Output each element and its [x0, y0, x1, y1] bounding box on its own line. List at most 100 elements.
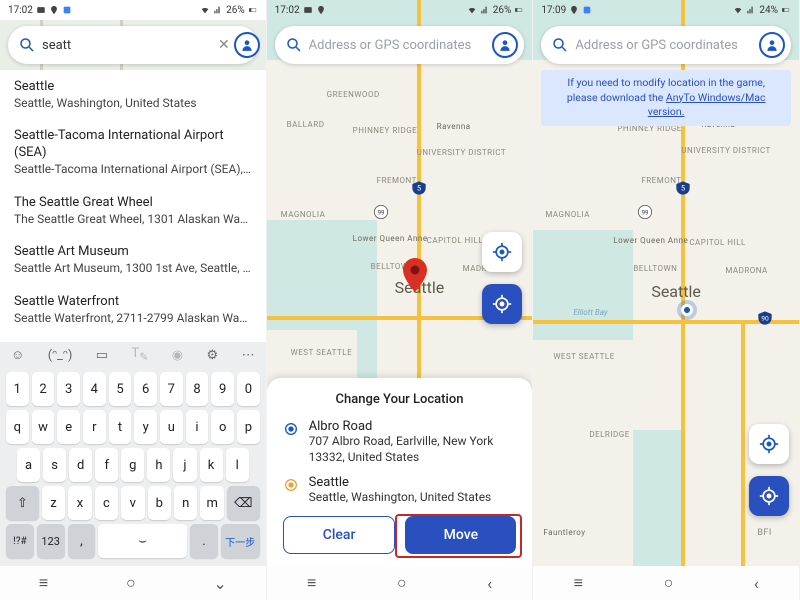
- suggestion-item[interactable]: Seattle Seattle, Washington, United Stat…: [14, 70, 252, 119]
- svg-text:5: 5: [681, 184, 685, 193]
- key-space[interactable]: ⌣: [98, 524, 187, 558]
- emoji-key[interactable]: ☺: [11, 347, 24, 363]
- key-v[interactable]: v: [121, 486, 144, 520]
- search-input[interactable]: [569, 38, 759, 53]
- key-r[interactable]: r: [83, 410, 106, 444]
- keyboard-toolbar: ☺ (ᵔ_ᵔ) ▭ T✎ ◉ ⚙ ⋯: [3, 342, 263, 370]
- banner-link[interactable]: AnyTo Windows/Mac version.: [648, 91, 766, 119]
- key-next[interactable]: 下一步: [221, 524, 260, 558]
- key-g[interactable]: g: [121, 448, 144, 482]
- key-4[interactable]: 4: [83, 372, 106, 406]
- profile-button[interactable]: [234, 32, 260, 58]
- nav-bar: ≡ ○ ‹: [267, 566, 533, 600]
- status-time: 17:02: [275, 5, 300, 16]
- status-battery: 26%: [226, 5, 245, 16]
- status-time: 17:09: [541, 5, 566, 16]
- user-icon: [765, 38, 779, 52]
- key-m[interactable]: m: [200, 486, 223, 520]
- key-y[interactable]: y: [134, 410, 157, 444]
- search-input[interactable]: [303, 38, 493, 53]
- clipboard-key[interactable]: ▭: [96, 348, 108, 363]
- key-b[interactable]: b: [148, 486, 171, 520]
- locate-button[interactable]: [482, 232, 522, 272]
- origin-icon: [283, 421, 299, 437]
- mail-icon: [36, 5, 46, 15]
- profile-button[interactable]: [492, 32, 518, 58]
- key-z[interactable]: z: [42, 486, 65, 520]
- settings-key[interactable]: ⚙: [207, 348, 219, 363]
- key-symbols[interactable]: !?#: [6, 524, 34, 558]
- suggestion-item[interactable]: Seattle Waterfront Seattle Waterfront, 2…: [14, 285, 252, 334]
- key-f[interactable]: f: [95, 448, 118, 482]
- nav-home[interactable]: ○: [664, 573, 674, 593]
- nav-home[interactable]: ○: [397, 573, 407, 593]
- key-p[interactable]: p: [237, 410, 260, 444]
- key-shift[interactable]: ⇧: [6, 486, 39, 520]
- key-q[interactable]: q: [6, 410, 29, 444]
- key-x[interactable]: x: [68, 486, 91, 520]
- search-input[interactable]: [36, 38, 214, 53]
- neighborhood-label: CAPITOL HILL: [689, 238, 746, 247]
- key-w[interactable]: w: [32, 410, 55, 444]
- nav-back[interactable]: ‹: [487, 574, 492, 593]
- key-u[interactable]: u: [160, 410, 183, 444]
- mock-location-button[interactable]: [749, 476, 789, 516]
- key-a[interactable]: a: [17, 448, 40, 482]
- key-6[interactable]: 6: [134, 372, 157, 406]
- info-banner[interactable]: If you need to modify location in the ga…: [541, 70, 791, 126]
- key-k[interactable]: k: [200, 448, 223, 482]
- key-s[interactable]: s: [43, 448, 66, 482]
- nav-recents[interactable]: ≡: [39, 573, 48, 593]
- key-comma[interactable]: ,: [68, 524, 96, 558]
- key-2[interactable]: 2: [32, 372, 55, 406]
- profile-button[interactable]: [759, 32, 785, 58]
- nav-back[interactable]: ‹: [754, 574, 759, 593]
- key-l[interactable]: l: [226, 448, 249, 482]
- nav-recents[interactable]: ≡: [307, 573, 316, 593]
- nav-home[interactable]: ○: [126, 573, 136, 593]
- key-0[interactable]: 0: [237, 372, 260, 406]
- key-8[interactable]: 8: [186, 372, 209, 406]
- key-5[interactable]: 5: [109, 372, 132, 406]
- locate-button[interactable]: [749, 424, 789, 464]
- key-period[interactable]: .: [190, 524, 218, 558]
- battery-icon: [248, 5, 258, 15]
- mock-location-button[interactable]: [482, 284, 522, 324]
- kaomoji-key[interactable]: (ᵔ_ᵔ): [48, 347, 73, 363]
- clear-button[interactable]: Clear: [283, 516, 396, 554]
- voice-key[interactable]: ◉: [172, 348, 183, 363]
- suggestion-item[interactable]: Seattle-Tacoma International Airport (SE…: [14, 119, 252, 185]
- key-j[interactable]: j: [173, 448, 196, 482]
- key-t[interactable]: t: [109, 410, 132, 444]
- search-bar: ✕: [8, 26, 258, 64]
- key-numeric[interactable]: 123: [37, 524, 65, 558]
- neighborhood-label: BALLARD: [287, 120, 325, 129]
- key-backspace[interactable]: ⌫: [227, 486, 260, 520]
- key-n[interactable]: n: [174, 486, 197, 520]
- suggestion-item[interactable]: The Seattle Great Wheel The Seattle Grea…: [14, 186, 252, 235]
- handwrite-key[interactable]: T✎: [132, 346, 149, 364]
- key-e[interactable]: e: [57, 410, 80, 444]
- route-shield: 99: [373, 204, 389, 220]
- key-9[interactable]: 9: [211, 372, 234, 406]
- key-7[interactable]: 7: [160, 372, 183, 406]
- suggestion-item[interactable]: Seattle Art Museum Seattle Art Museum, 1…: [14, 235, 252, 284]
- clear-search-button[interactable]: ✕: [214, 37, 234, 53]
- key-1[interactable]: 1: [6, 372, 29, 406]
- key-c[interactable]: c: [95, 486, 118, 520]
- nav-back[interactable]: ⌄: [213, 574, 226, 593]
- phone-screen-1: Brooks Corner 128 17:02 26% ✕ Seattle Se…: [0, 0, 267, 600]
- key-3[interactable]: 3: [57, 372, 80, 406]
- nav-recents[interactable]: ≡: [574, 573, 583, 593]
- phone-screen-3: BALLARD PHINNEY RIDGE Ravenna UNIVERSITY…: [533, 0, 800, 600]
- place-label: Fauntleroy: [543, 528, 585, 537]
- to-location-title: Seattle: [309, 475, 492, 490]
- key-d[interactable]: d: [69, 448, 92, 482]
- more-key[interactable]: ⋯: [242, 348, 255, 363]
- interstate-shield: 90: [757, 310, 773, 326]
- key-o[interactable]: o: [211, 410, 234, 444]
- change-location-sheet: Change Your Location Albro Road 707 Albr…: [267, 378, 533, 566]
- key-i[interactable]: i: [186, 410, 209, 444]
- move-button[interactable]: Move: [405, 516, 516, 554]
- key-h[interactable]: h: [147, 448, 170, 482]
